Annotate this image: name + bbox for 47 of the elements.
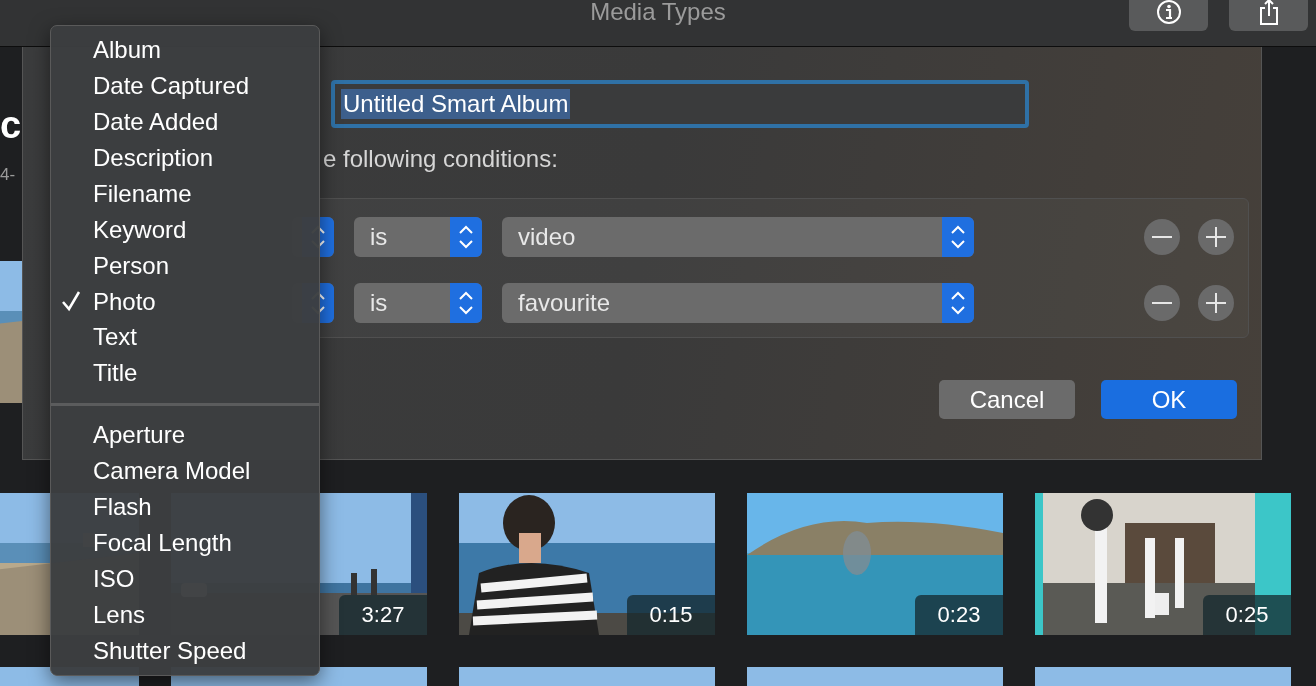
- library-heading: c: [0, 103, 22, 148]
- checkmark-icon: [61, 289, 81, 312]
- plus-icon: [1206, 227, 1226, 247]
- menu-item[interactable]: Aperture: [51, 417, 319, 454]
- minus-icon: [1152, 301, 1172, 305]
- library-subtitle: 4-: [0, 164, 16, 186]
- menu-item[interactable]: Description: [51, 139, 319, 176]
- menu-item[interactable]: Camera Model: [51, 453, 319, 490]
- cancel-button[interactable]: Cancel: [939, 380, 1075, 419]
- duration-label: 0:25: [1203, 595, 1291, 635]
- add-condition-button[interactable]: [1198, 285, 1234, 321]
- minus-icon: [1152, 235, 1172, 239]
- menu-item[interactable]: ISO: [51, 561, 319, 598]
- remove-condition-button[interactable]: [1144, 219, 1180, 255]
- duration-label: 0:23: [915, 595, 1003, 635]
- duration-label: 0:15: [627, 595, 715, 635]
- ok-button[interactable]: OK: [1101, 380, 1237, 419]
- operator-popup[interactable]: is: [354, 217, 482, 257]
- stepper-icon: [458, 290, 474, 316]
- menu-item[interactable]: Flash: [51, 489, 319, 526]
- menu-item[interactable]: Date Captured: [51, 67, 319, 104]
- menu-item[interactable]: Date Added: [51, 103, 319, 140]
- menu-item[interactable]: Lens: [51, 597, 319, 633]
- menu-item[interactable]: Text: [51, 319, 319, 356]
- menu-item[interactable]: Title: [51, 355, 319, 392]
- operator-popup[interactable]: is: [354, 283, 482, 323]
- duration-label: 3:27: [339, 595, 427, 635]
- value-popup[interactable]: video: [502, 217, 974, 257]
- window-title: Media Types: [590, 0, 726, 26]
- menu-item[interactable]: Filename: [51, 175, 319, 212]
- conditions-label: e following conditions:: [323, 144, 559, 174]
- menu-item[interactable]: Photo: [51, 283, 319, 320]
- stepper-icon: [458, 224, 474, 250]
- share-button[interactable]: [1229, 0, 1308, 31]
- album-name-field[interactable]: Untitled Smart Album: [331, 80, 1029, 128]
- stepper-icon: [950, 290, 966, 316]
- info-button[interactable]: [1129, 0, 1208, 31]
- value-popup[interactable]: favourite: [502, 283, 974, 323]
- menu-item[interactable]: Album: [51, 32, 319, 68]
- menu-item[interactable]: Keyword: [51, 211, 319, 248]
- stepper-icon: [950, 224, 966, 250]
- add-condition-button[interactable]: [1198, 219, 1234, 255]
- menu-item[interactable]: Shutter Speed: [51, 633, 319, 669]
- remove-condition-button[interactable]: [1144, 285, 1180, 321]
- menu-item[interactable]: Focal Length: [51, 525, 319, 562]
- plus-icon: [1206, 293, 1226, 313]
- menu-item[interactable]: Person: [51, 247, 319, 284]
